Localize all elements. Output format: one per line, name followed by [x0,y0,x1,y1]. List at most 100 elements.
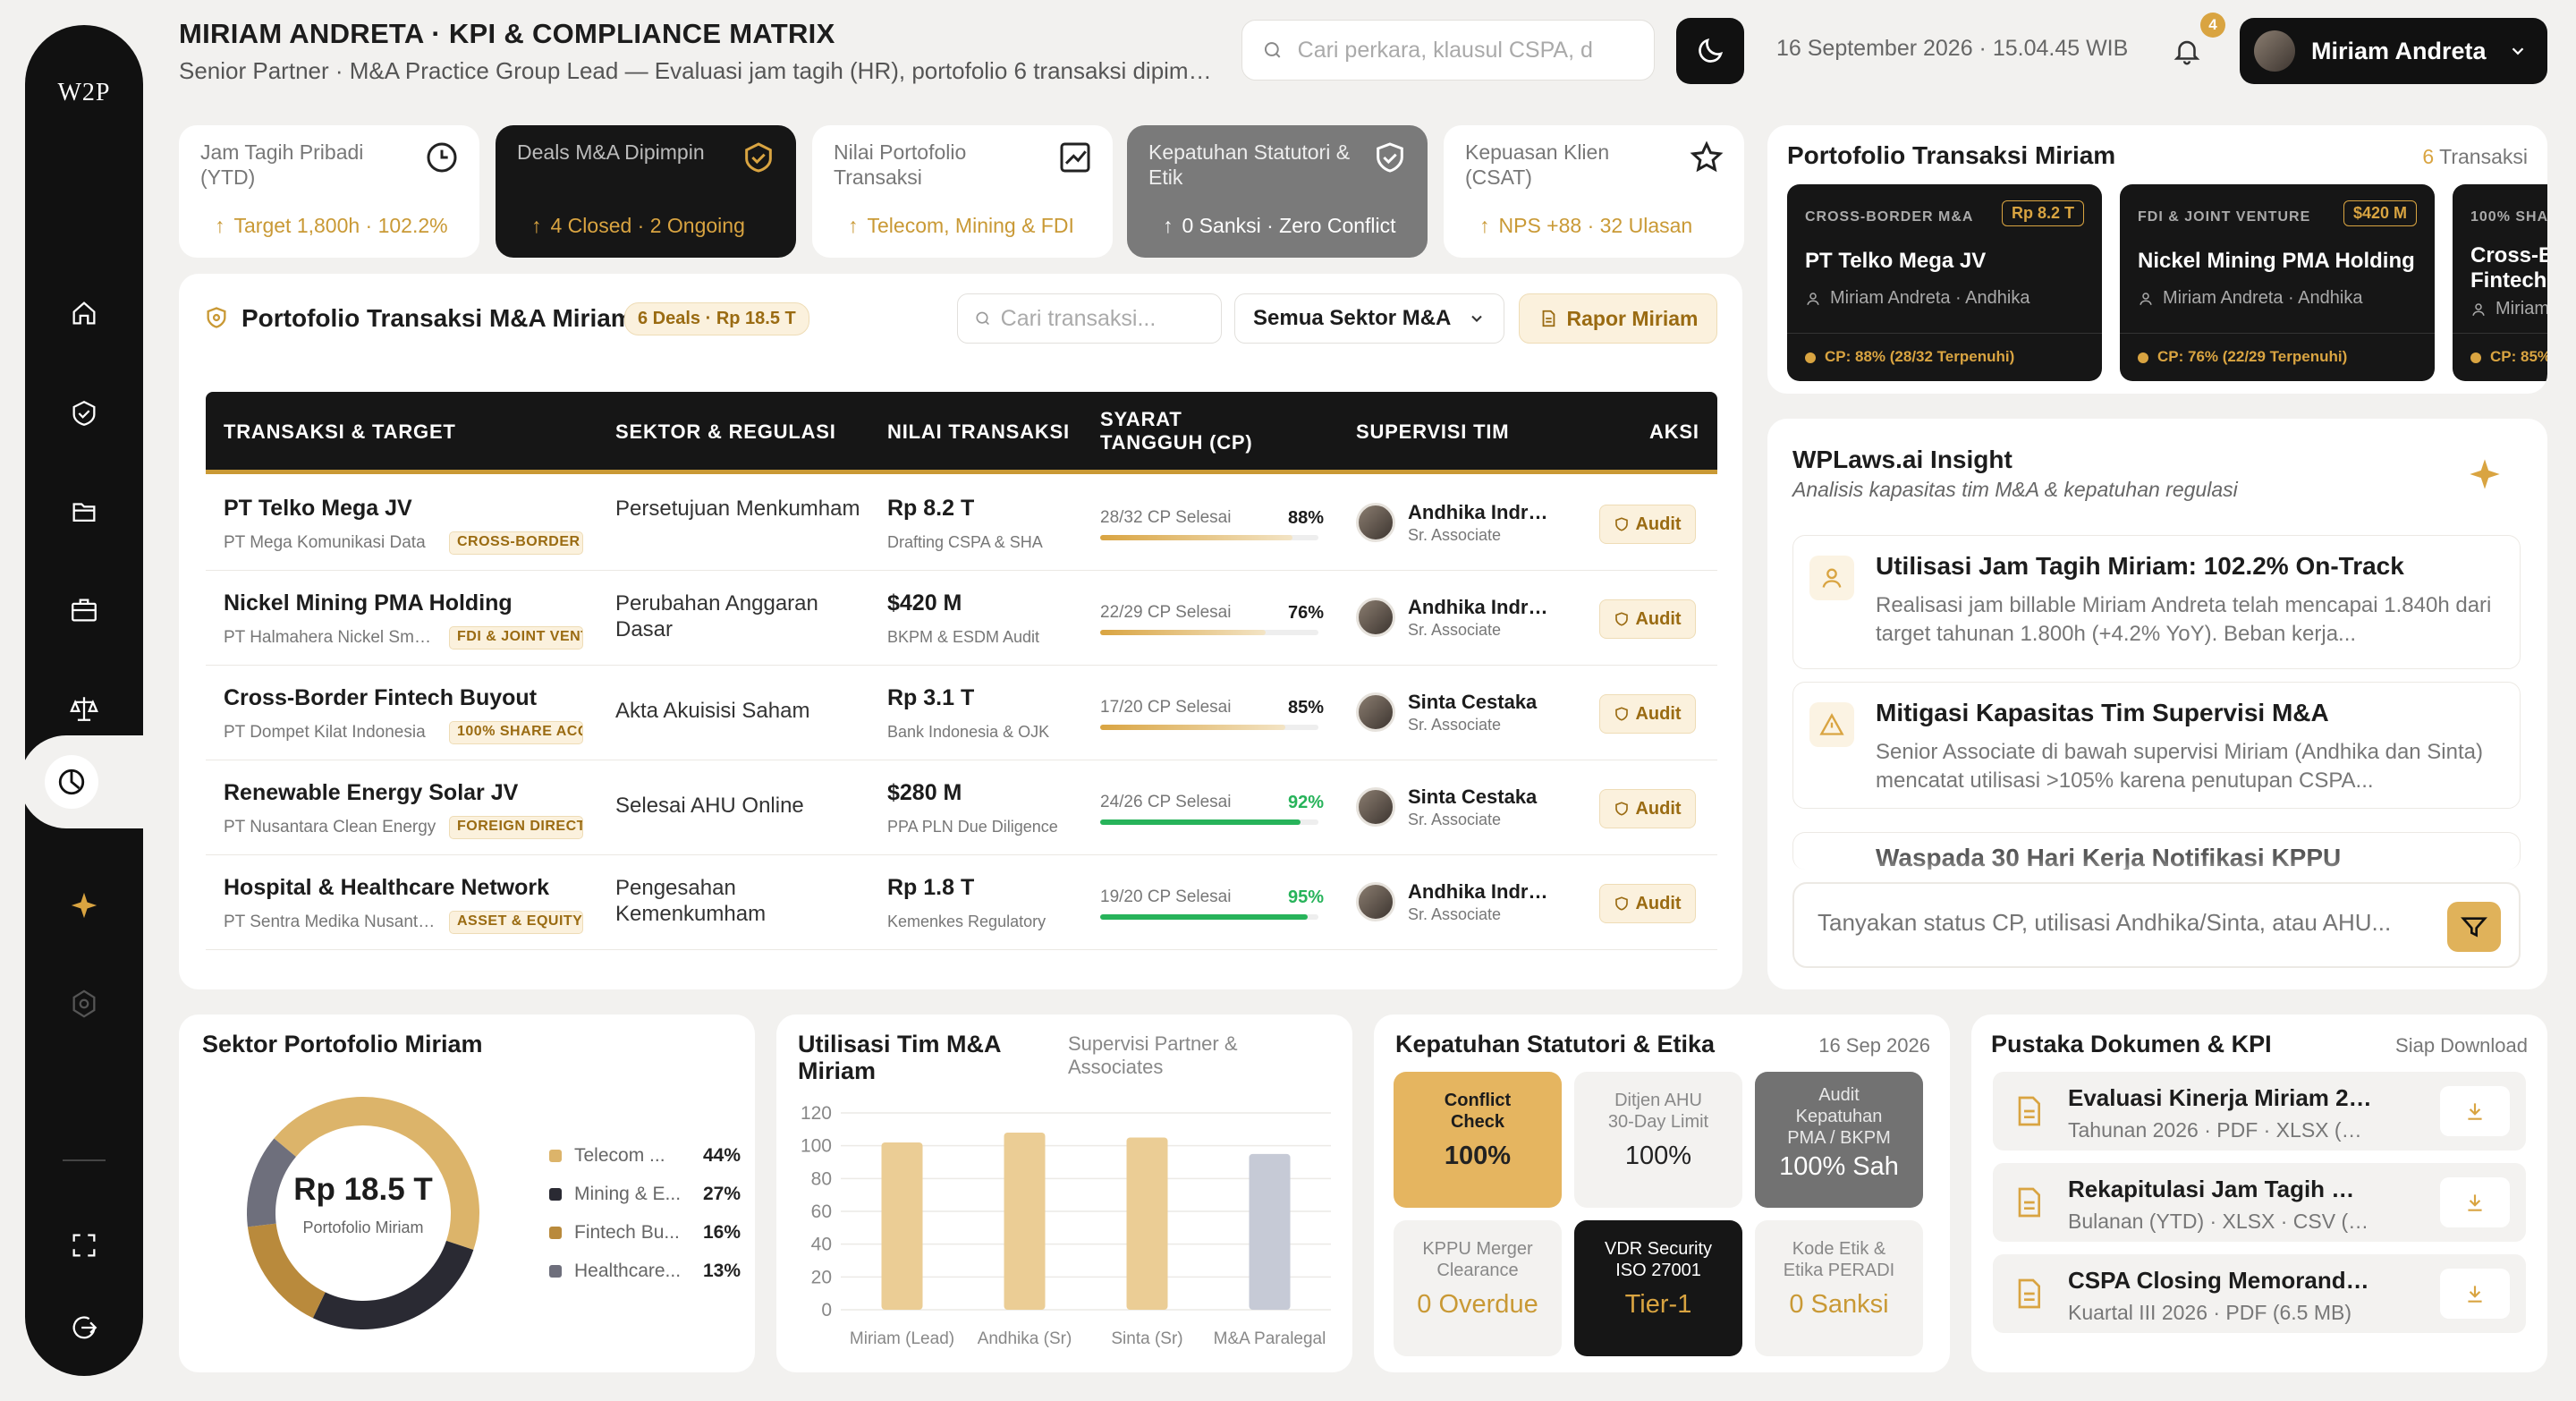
sidebar-item-analytics[interactable] [20,735,143,828]
insight-subtitle: Analisis kapasitas tim M&A & kepatuhan r… [1792,478,2238,501]
audit-button[interactable]: Audit [1599,694,1696,734]
audit-button[interactable]: Audit [1599,599,1696,639]
send-button[interactable] [2447,902,2501,952]
logout-icon[interactable] [66,1310,102,1346]
document-item[interactable]: Evaluasi Kinerja Miriam 2026 Tahunan 2026… [1993,1072,2526,1151]
download-button[interactable] [2440,1269,2510,1319]
insight-item[interactable]: Utilisasi Jam Tagih Miriam: 102.2% On-Tr… [1792,535,2521,669]
sector-regulation: Selesai AHU Online [615,794,804,818]
avatar [1356,882,1395,921]
document-name: CSPA Closing Memorandum [2068,1267,2372,1294]
supervisor-name: Andhika Indrawan [1408,596,1551,618]
download-button[interactable] [2440,1086,2510,1136]
compliance-tile[interactable]: Ditjen AHU 30-Day Limit 100% [1574,1072,1742,1208]
compliance-tile[interactable]: KPPU Merger Clearance 0 Overdue [1394,1220,1562,1356]
deal-amount-badge: $420 M [2343,200,2417,226]
user-icon [2140,292,2152,305]
portfolio-deal-card[interactable]: 100% SHARE Cross-Border Fintech Buyout Mir… [2453,184,2547,381]
settings-icon[interactable] [66,986,102,1022]
kpi-billable-hours[interactable]: Jam Tagih Pribadi (YTD) ↑ Target 1,800h ·… [179,125,479,258]
compliance-tile[interactable]: Conflict Check 100% [1394,1072,1562,1208]
portfolio-deal-card[interactable]: CROSS-BORDER M&A Rp 8.2 T PT Telko Mega JV… [1787,184,2102,381]
cp-label: 19/20 CP Selesai [1100,887,1232,906]
utilization-bar[interactable] [881,1142,923,1310]
compliance-tile[interactable]: VDR Security ISO 27001 Tier-1 [1574,1220,1742,1356]
table-search[interactable] [957,293,1222,344]
home-icon[interactable] [66,295,102,331]
sparkle-icon [2470,459,2500,489]
target-company: PT Sentra Medika Nusantara [224,913,438,931]
cp-percent: 85% [1288,698,1325,717]
cp-progress-bar [1100,914,1318,920]
report-button[interactable]: Rapor Miriam [1519,293,1717,344]
user-menu-button[interactable]: Miriam Andreta [2240,18,2547,84]
chevron-down-icon [1471,315,1482,322]
cp-percent: 88% [1288,508,1325,528]
deal-cp-status: CP: 76% (22/29 Terpenuhi) [2120,333,2435,381]
tile-value: 100% [1444,1142,1512,1170]
document-item[interactable]: CSPA Closing Memorandum Kuartal III 2026 … [1993,1254,2526,1333]
audit-button[interactable]: Audit [1599,505,1696,544]
folder-icon[interactable] [66,494,102,530]
utilization-bar[interactable] [1126,1137,1168,1311]
avatar [1356,787,1395,827]
kpi-portfolio-value[interactable]: Nilai Portofolio Transaksi ↑ Telecom, Min… [812,125,1113,258]
audit-label: Audit [1635,798,1682,819]
moon-icon [1699,38,1724,63]
table-row: Hospital & Healthcare Network PT Sentra M… [206,855,1717,950]
ask-ai-box[interactable] [1792,882,2521,968]
insight-item[interactable]: Mitigasi Kapasitas Tim Supervisi M&A Sen… [1792,682,2521,809]
portfolio-deal-card[interactable]: FDI & JOINT VENTURE $420 M Nickel Mining P… [2120,184,2435,381]
y-tick-label: 100 [801,1136,832,1157]
avatar [1356,503,1395,542]
download-button[interactable] [2440,1177,2510,1227]
kpi-label: Deals M&A Dipimpin [517,140,705,164]
supervisor-name: Andhika Indrawan [1408,501,1551,523]
report-button-label: Rapor Miriam [1566,306,1699,330]
legend-swatch [549,1227,562,1239]
tile-value: 0 Overdue [1417,1290,1538,1319]
global-search[interactable] [1241,20,1655,81]
donut-center-label: Portofolio Miriam [302,1218,424,1236]
audit-button[interactable]: Audit [1599,789,1696,828]
compliance-date: 16 Sep 2026 [1818,1034,1930,1057]
cp-label: 28/32 CP Selesai [1100,508,1232,527]
scale-icon[interactable] [66,691,102,726]
handshake-icon[interactable] [66,395,102,431]
utilization-bar[interactable] [1249,1153,1291,1310]
utilization-bar[interactable] [1004,1133,1046,1310]
target-company: PT Mega Komunikasi Data [224,533,426,552]
kpi-label: Kepuasan Klien (CSAT) [1465,140,1610,189]
sparkle-icon[interactable] [66,887,102,923]
deal-team: Miriam Andreta · Andhika [1805,288,2084,309]
supervisor-role: Sr. Associate [1408,526,1502,544]
legend-swatch [549,1188,562,1201]
compliance-tile[interactable]: Audit Kepatuhan PMA / BKPM 100% Sah [1755,1072,1923,1208]
kpi-deals[interactable]: Deals M&A Dipimpin ↑ 4 Closed · 2 Ongoing [496,125,796,258]
deal-type-tag: 100% SHARE ACQUISITION [449,721,583,744]
y-tick-label: 0 [821,1300,832,1320]
sector-filter-value: Semua Sektor M&A [1253,306,1452,330]
datetime: 16 September 2026 · 15.04.45 WIB [1776,36,2129,61]
fullscreen-icon[interactable] [66,1227,102,1263]
insight-item-title: Mitigasi Kapasitas Tim Supervisi M&A [1876,699,2329,726]
deal-team-names: Miriam Andreta · Andhika [1830,288,2030,308]
kpi-csat[interactable]: Kepuasan Klien (CSAT) ↑ NPS +88 · 32 Ulas… [1444,125,1744,258]
avatar [2254,30,2295,72]
ask-ai-input[interactable] [1818,909,2408,937]
tile-value: 100% Sah [1779,1152,1899,1181]
kpi-compliance[interactable]: Kepatuhan Statutori & Etik ↑ 0 Sanksi · Z… [1127,125,1428,258]
insight-item[interactable]: Waspada 30 Hari Kerja Notifikasi KPPU [1792,832,2521,870]
cp-percent: 95% [1288,887,1325,907]
theme-toggle-button[interactable] [1676,18,1744,84]
briefcase-icon[interactable] [66,592,102,628]
cp-percent: 76% [1288,603,1325,623]
sector-filter-select[interactable]: Semua Sektor M&A [1234,293,1504,344]
compliance-tile[interactable]: Kode Etik & Etika PERADI 0 Sanksi [1755,1220,1923,1356]
audit-button[interactable]: Audit [1599,884,1696,923]
tile-label: Conflict Check [1444,1091,1512,1132]
search-input[interactable] [1297,37,1654,64]
table-search-input[interactable] [1000,305,1221,332]
user-name: Miriam Andreta [2311,37,2487,64]
document-item[interactable]: Rekapitulasi Jam Tagih Miriam Bulanan (YT… [1993,1163,2526,1242]
